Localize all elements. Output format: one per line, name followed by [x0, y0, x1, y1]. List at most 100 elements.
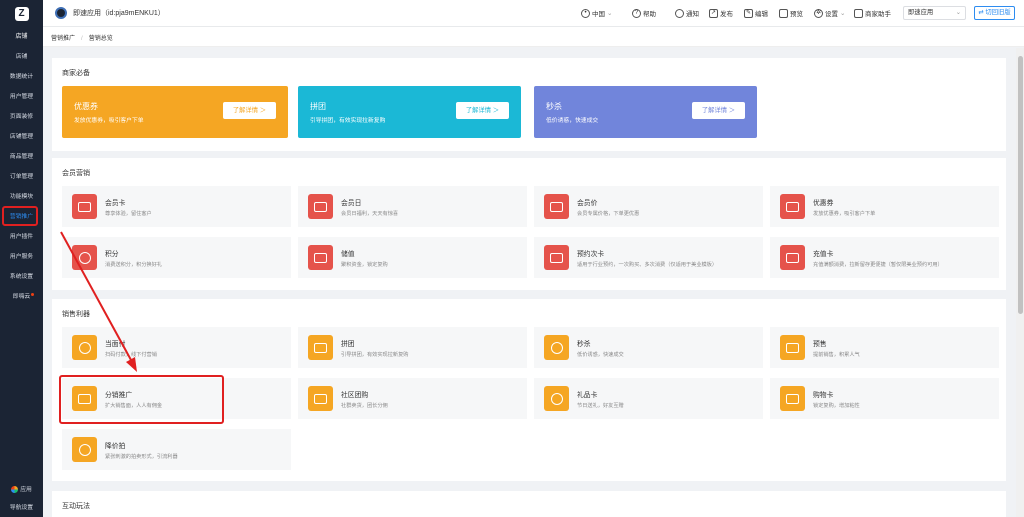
sidebar-item[interactable]: 页面装修 [0, 107, 43, 127]
publish-button[interactable]: ↗ 发布 [709, 8, 733, 18]
learn-more-button[interactable]: 了解详情 ＞ [223, 102, 276, 119]
card-title: 预约次卡 [577, 251, 605, 258]
section-title: 商家必备 [62, 70, 90, 77]
feature-card[interactable]: 当面付 扫码付款，线下付营销 [62, 327, 291, 368]
card-title: 社区团购 [341, 392, 369, 399]
sidebar-top-store[interactable]: 店铺 [0, 27, 43, 47]
feature-card[interactable]: 会员价会员专属价格，下单更优惠 [534, 186, 763, 227]
card-title: 积分 [105, 251, 119, 258]
merchant-assistant-button[interactable]: 商家助手 [854, 8, 891, 18]
card-desc: 节日送礼，好友互赠 [577, 403, 624, 409]
feature-card[interactable]: 购物卡 锁定复购，增加粘性 [770, 378, 999, 419]
card-desc: 会员专属价格，下单更优惠 [577, 211, 640, 217]
bell-icon [675, 8, 684, 18]
feature-card[interactable]: 预约次卡适用于行业预约，一次购买、多次消费（仅适用于美业模板） [534, 237, 763, 278]
assistant-icon [854, 8, 863, 18]
location-icon: • [581, 8, 590, 18]
feature-card[interactable]: 降价拍 紧张刺激的拍卖形式，引流利器 [62, 429, 291, 470]
learn-more-button[interactable]: 了解详情 ＞ [456, 102, 509, 119]
sidebar-item[interactable]: 功能模块 [0, 187, 43, 207]
sidebar-item[interactable]: 用户管理 [0, 87, 43, 107]
promo-banner: 秒杀低价诱惑，快速成交 了解详情 ＞ [534, 86, 757, 138]
feature-card[interactable]: 拼团 引导拼团，有效实现拉新复购 [298, 327, 527, 368]
card-title: 礼品卡 [577, 392, 598, 399]
region-selector[interactable]: • 中国 ⌄ [581, 8, 612, 18]
card-desc: 适用于行业预约，一次购买、多次消费（仅适用于美业模板） [577, 262, 718, 268]
sidebar-item[interactable]: 系统设置 [0, 267, 43, 287]
credit-card-icon [72, 194, 97, 219]
switch-old-version-button[interactable]: ⇄ 切回旧版 [974, 6, 1015, 20]
promo-banner: 拼团 引导拼团，有效实现拉新复购 了解详情 ＞ [298, 86, 521, 138]
time-card-icon [544, 245, 569, 270]
sidebar-item[interactable]: 数据统计 [0, 67, 43, 87]
breadcrumb-current: 营销总览 [88, 36, 113, 42]
learn-more-button[interactable]: 了解详情 ＞ [692, 102, 745, 119]
vip-calendar-icon [308, 194, 333, 219]
feature-card[interactable]: 秒杀 低价诱惑，快速成交 [534, 327, 763, 368]
preview-button[interactable]: 预览 [779, 8, 803, 18]
card-desc: 尊享体验，留住客户 [105, 211, 152, 217]
feature-card[interactable]: 社区团购社群卖货，团长分佣 [298, 378, 527, 419]
feature-card[interactable]: 会员日 会员日福利，天天有惊喜 [298, 186, 527, 227]
sidebar-apps[interactable]: 应用 [0, 481, 43, 499]
card-desc: 发放优惠券，吸引客户下单 [813, 211, 876, 217]
app-select[interactable]: 即速应用 ⌄ [903, 6, 966, 20]
card-desc: 低价诱惑，快速成交 [577, 352, 624, 358]
help-button[interactable]: ? 帮助 [632, 8, 656, 18]
feature-card[interactable]: 优惠券发放优惠券，吸引客户下单 [770, 186, 999, 227]
notify-button[interactable]: 通知 [675, 8, 699, 18]
card-desc: 紧张刺激的拍卖形式，引流利器 [105, 454, 178, 460]
sidebar-item-label: 店铺管理 [9, 134, 34, 140]
breadcrumb: 营销推广 / 营销总览 [43, 27, 1024, 47]
section-title: 互动玩法 [62, 503, 90, 510]
sidebar-item[interactable]: 店铺 [0, 47, 43, 67]
sidebar-item[interactable]: 即嗨云 [0, 287, 43, 307]
promo-title: 优惠券 [74, 102, 98, 111]
promo-desc: 低价诱惑，快速成交 [546, 118, 599, 124]
card-title: 当面付 [105, 341, 126, 348]
preview-icon [779, 8, 788, 18]
promo-title: 拼团 [310, 102, 326, 111]
sidebar-item[interactable]: 用户服务 [0, 247, 43, 267]
highlight-box-distribution [59, 375, 224, 424]
publish-icon: ↗ [709, 8, 718, 18]
sidebar-item[interactable]: 用户插件 [0, 227, 43, 247]
card-title: 优惠券 [813, 200, 834, 207]
breadcrumb-item[interactable]: 营销推广 [51, 36, 75, 42]
sidebar-item-label: 功能模块 [9, 194, 34, 200]
apps-icon [11, 485, 19, 493]
scrollbar-thumb[interactable] [1018, 56, 1023, 314]
app-avatar [55, 7, 67, 19]
feature-card[interactable]: 礼品卡节日送礼，好友互赠 [534, 378, 763, 419]
promo-title: 秒杀 [546, 102, 562, 111]
price-drop-icon [72, 437, 97, 462]
edit-button[interactable]: ✎ 编辑 [744, 8, 768, 18]
section-interactive: 互动玩法 [52, 491, 1006, 517]
section-title: 会员营销 [62, 170, 90, 177]
card-title: 拼团 [341, 341, 355, 348]
promo-banner: 优惠券 发放优惠券，吸引客户下单 了解详情 ＞ [62, 86, 288, 138]
card-desc: 充值满额消费，拉新留存更便捷（暂仅限美业预约可用） [813, 262, 943, 268]
feature-card[interactable]: 积分 消费送积分，积分换好礼 [62, 237, 291, 278]
card-title: 会员价 [577, 200, 598, 207]
settings-button[interactable]: ✲ 设置 ⌄ [814, 8, 845, 18]
feature-card[interactable]: 会员卡 尊享体验，留住客户 [62, 186, 291, 227]
shopping-card-icon [780, 386, 805, 411]
feature-card[interactable]: 预售 提前销售，积累人气 [770, 327, 999, 368]
diamond-icon [544, 194, 569, 219]
sidebar-item-label: 店铺 [15, 54, 28, 60]
sidebar-item-label: 用户管理 [9, 94, 34, 100]
card-desc: 社群卖货，团长分佣 [341, 403, 388, 409]
sidebar-item[interactable]: 订单管理 [0, 167, 43, 187]
sidebar-item-label: 即嗨云 [12, 294, 31, 300]
chevron-down-icon: ⌄ [955, 9, 961, 16]
app-logo[interactable]: Z [0, 0, 43, 27]
gear-icon: ✲ [814, 8, 823, 18]
feature-card[interactable]: 充值卡 充值满额消费，拉新留存更便捷（暂仅限美业预约可用） [770, 237, 999, 278]
community-tag-icon [308, 386, 333, 411]
sidebar-item[interactable]: 商品管理 [0, 147, 43, 167]
sidebar-item[interactable]: 店铺管理 [0, 127, 43, 147]
group-buy-icon [308, 335, 333, 360]
sidebar-nav-settings[interactable]: 导航设置 [0, 499, 43, 517]
feature-card[interactable]: 储值 聚积资金，锁定复购 [298, 237, 527, 278]
